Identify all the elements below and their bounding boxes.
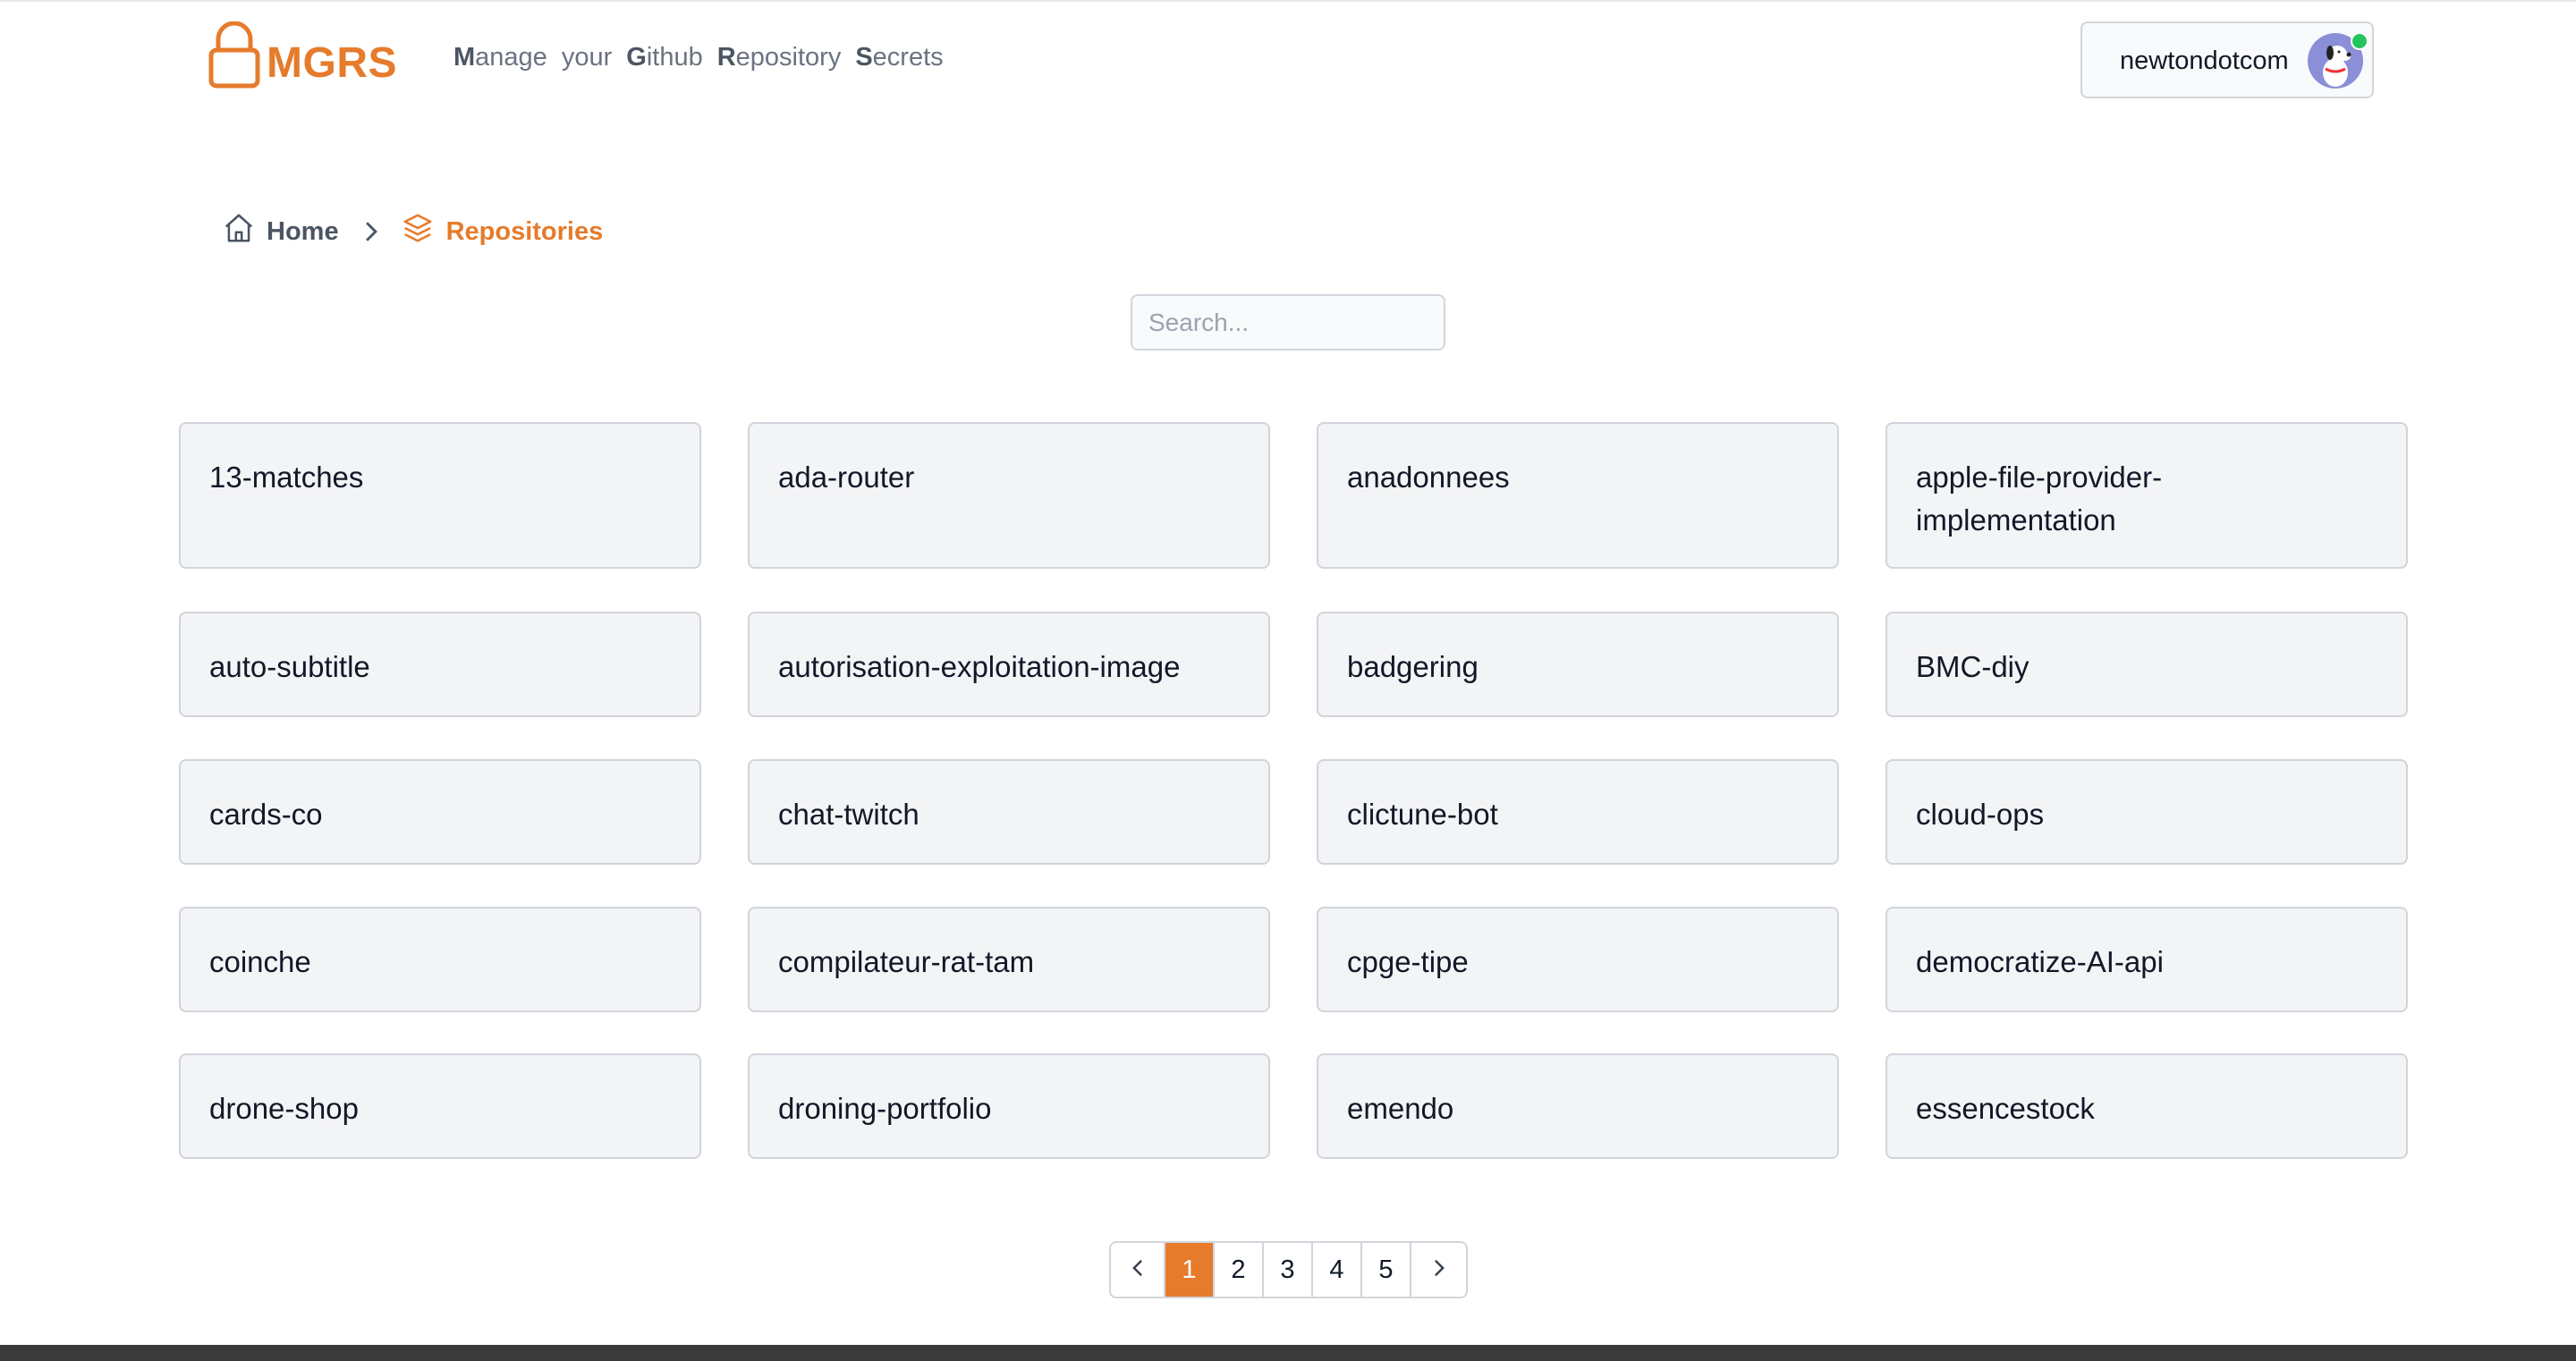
logo[interactable]: MGRS: [208, 21, 397, 89]
repository-card[interactable]: cards-co: [179, 759, 701, 865]
repository-card[interactable]: apple-file-provider-implementation: [1885, 422, 2408, 569]
repository-name: essencestock: [1916, 1092, 2095, 1125]
tagline-initial: M: [453, 43, 476, 72]
tagline: Manage your Github Repository Secrets: [453, 43, 958, 72]
repository-card[interactable]: BMC-diy: [1885, 612, 2408, 717]
repository-name: apple-file-provider-implementation: [1916, 461, 2163, 537]
repository-card[interactable]: droning-portfolio: [748, 1053, 1270, 1159]
repository-card[interactable]: ada-router: [748, 422, 1270, 569]
repository-card[interactable]: anadonnees: [1317, 422, 1839, 569]
repository-name: emendo: [1347, 1092, 1454, 1125]
chevron-left-icon: [1131, 1255, 1144, 1285]
repository-name: BMC-diy: [1916, 650, 2029, 683]
tagline-rest: epository: [735, 43, 842, 72]
repository-name: chat-twitch: [778, 798, 919, 831]
tagline-word: Secrets: [855, 43, 943, 72]
repository-card[interactable]: compilateur-rat-tam: [748, 907, 1270, 1012]
logo-text: MGRS: [267, 39, 397, 87]
tagline-initial: R: [716, 43, 736, 72]
page-5-button[interactable]: 5: [1362, 1243, 1411, 1297]
tagline-initial: S: [855, 43, 873, 72]
online-status-dot: [2351, 32, 2368, 50]
layers-icon: [400, 211, 446, 252]
tagline-word: your: [562, 43, 612, 72]
user-menu-button[interactable]: newtondotcom: [2080, 21, 2374, 98]
repository-name: autorisation-exploitation-image: [778, 650, 1181, 683]
repository-card[interactable]: autorisation-exploitation-image: [748, 612, 1270, 717]
breadcrumb-current-label: Repositories: [445, 216, 604, 246]
prev-page-button[interactable]: [1111, 1243, 1165, 1297]
breadcrumb: Home Repositories: [222, 211, 603, 252]
repository-card[interactable]: cloud-ops: [1885, 759, 2408, 865]
home-icon: [222, 211, 267, 252]
repository-name: compilateur-rat-tam: [778, 945, 1035, 978]
tagline-initial: G: [626, 43, 647, 72]
repository-name: clictune-bot: [1347, 798, 1498, 831]
chevron-right-icon: [1433, 1255, 1445, 1285]
page-3-button[interactable]: 3: [1264, 1243, 1313, 1297]
repository-name: auto-subtitle: [209, 650, 370, 683]
breadcrumb-home-label: Home: [267, 216, 339, 246]
repository-name: 13-matches: [209, 461, 364, 494]
repository-card[interactable]: coinche: [179, 907, 701, 1012]
repository-name: democratize-AI-api: [1916, 945, 2164, 978]
repository-card[interactable]: cpge-tipe: [1317, 907, 1839, 1012]
tagline-rest: ecrets: [872, 43, 944, 72]
repository-card[interactable]: emendo: [1317, 1053, 1839, 1159]
repository-card[interactable]: 13-matches: [179, 422, 701, 569]
repository-card[interactable]: clictune-bot: [1317, 759, 1839, 865]
tagline-word: Github: [626, 43, 702, 72]
repository-name: coinche: [209, 945, 311, 978]
breadcrumb-home[interactable]: Home: [222, 211, 339, 252]
repository-card[interactable]: chat-twitch: [748, 759, 1270, 865]
repository-name: cpge-tipe: [1347, 945, 1469, 978]
username: newtondotcom: [2120, 46, 2289, 75]
repository-name: droning-portfolio: [778, 1092, 992, 1125]
page-2-button[interactable]: 2: [1215, 1243, 1264, 1297]
repository-card[interactable]: badgering: [1317, 612, 1839, 717]
repository-name: cloud-ops: [1916, 798, 2045, 831]
page-1-button[interactable]: 1: [1165, 1243, 1215, 1297]
repository-card[interactable]: auto-subtitle: [179, 612, 701, 717]
repository-card[interactable]: democratize-AI-api: [1885, 907, 2408, 1012]
repository-name: drone-shop: [209, 1092, 359, 1125]
repository-name: anadonnees: [1347, 461, 1510, 494]
tagline-word: Manage: [453, 43, 547, 72]
page-4-button[interactable]: 4: [1313, 1243, 1362, 1297]
breadcrumb-repositories: Repositories: [400, 211, 604, 252]
tagline-rest: your: [561, 43, 613, 72]
repository-card[interactable]: drone-shop: [179, 1053, 701, 1159]
lock-icon: [208, 21, 261, 89]
repository-name: ada-router: [778, 461, 915, 494]
repository-card[interactable]: essencestock: [1885, 1053, 2408, 1159]
repository-name: cards-co: [209, 798, 323, 831]
repository-name: badgering: [1347, 650, 1479, 683]
next-page-button[interactable]: [1411, 1243, 1466, 1297]
pagination: 12345: [1109, 1241, 1468, 1298]
chevron-right-icon: [362, 220, 380, 243]
search-input[interactable]: [1131, 294, 1445, 351]
top-header: MGRS Manage your Github Repository Secrets n…: [0, 2, 2576, 118]
tagline-rest: anage: [475, 43, 547, 72]
tagline-word: Repository: [717, 43, 842, 72]
tagline-rest: ithub: [646, 43, 703, 72]
